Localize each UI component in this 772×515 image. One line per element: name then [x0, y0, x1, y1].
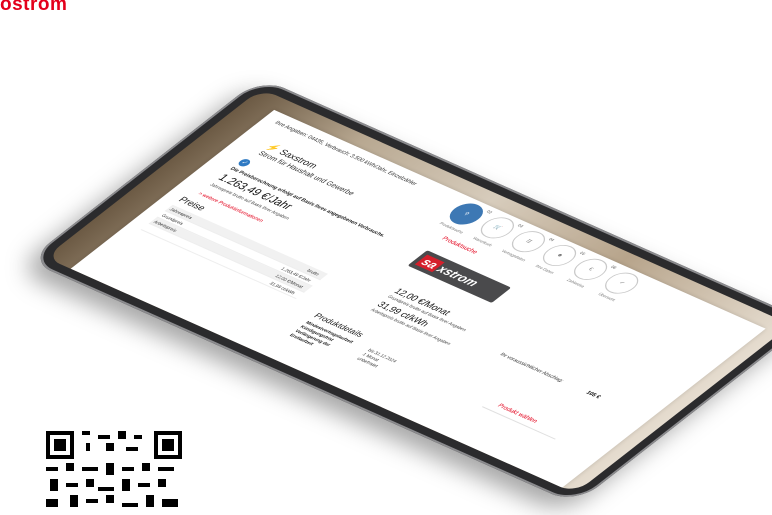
saxstrom-logo: sa xstrom: [407, 250, 512, 303]
step-number: 02: [485, 209, 494, 215]
user-icon: ☻: [554, 252, 565, 259]
price-table: Jahrespreis brutto Grundpreis 1.263,49 €…: [140, 204, 329, 300]
info-check-icon: ✓: [236, 157, 253, 168]
step-number: 03: [516, 222, 525, 229]
detail-values: bis 31.12.2024 1 Monat unbefristet: [355, 348, 398, 373]
step-number: 04: [547, 236, 556, 243]
step-number: 06: [609, 264, 619, 270]
cart-icon: 🛒: [491, 224, 503, 232]
step-label: Übersicht: [597, 291, 617, 303]
document-icon: ☰: [523, 238, 534, 245]
search-icon: ⚲: [461, 211, 471, 217]
deduction-label: Ihr voraussichtlicher Abschlag:: [498, 352, 566, 384]
camera-dot: [132, 164, 140, 169]
logo-wordmark: xstrom: [433, 262, 483, 289]
step-overview[interactable]: 06 ✓ Übersicht: [597, 264, 646, 302]
deduction-value: 105 €: [583, 390, 602, 401]
check-icon: ✓: [617, 280, 627, 287]
brand-logo-text: ostrom: [0, 0, 68, 15]
step-number: 05: [578, 250, 588, 256]
table-row: Grundpreis 1.263,49 €/Jahr: [156, 211, 320, 287]
qr-code-image: [46, 431, 182, 511]
wallet-icon: €: [586, 266, 595, 272]
